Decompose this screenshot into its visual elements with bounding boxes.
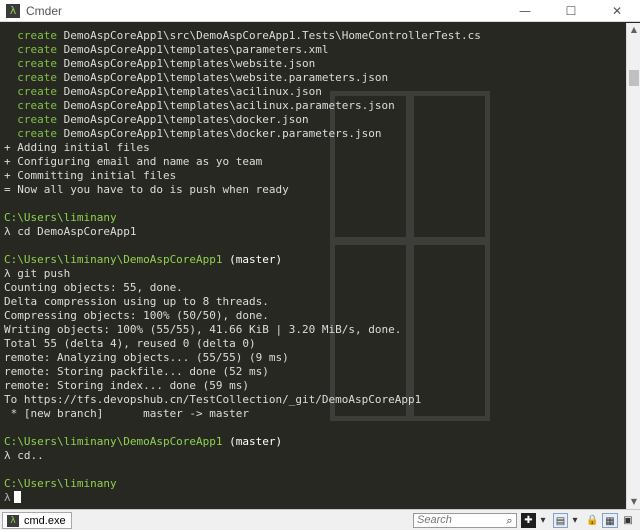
console-lines: create DemoAspCoreApp1\src\DemoAspCoreAp… — [4, 29, 481, 505]
close-button[interactable]: ✕ — [594, 0, 640, 22]
file-path: DemoAspCoreApp1\templates\acilinux.json — [63, 85, 322, 98]
console-line: = Now all you have to do is push when re… — [4, 183, 289, 196]
console-line: create DemoAspCoreApp1\templates\docker.… — [4, 127, 481, 141]
cmder-app-icon: λ — [6, 3, 20, 18]
console-line: * [new branch] master -> master — [4, 407, 250, 420]
git-branch: (master) — [222, 435, 283, 448]
text-cursor — [13, 491, 21, 503]
create-keyword: create — [17, 127, 57, 140]
console-line: remote: Storing index... done (59 ms) — [4, 379, 250, 392]
new-console-icon[interactable]: ✚ — [521, 513, 536, 528]
lambda-prompt: λ — [4, 491, 11, 504]
dropdown-arrow-icon[interactable]: ▾ — [570, 513, 580, 528]
prompt-command: λ git push — [4, 267, 71, 280]
console-line: Delta compression using up to 8 threads. — [4, 295, 269, 308]
console-line: create DemoAspCoreApp1\src\DemoAspCoreAp… — [4, 29, 481, 43]
prompt-command: λ cd.. — [4, 449, 44, 462]
file-path: DemoAspCoreApp1\templates\parameters.xml — [63, 43, 329, 56]
create-keyword: create — [17, 29, 57, 42]
dropdown-arrow-icon[interactable]: ▾ — [538, 513, 548, 528]
console-line: Compressing objects: 100% (50/50), done. — [4, 309, 269, 322]
prompt-path: C:\Users\liminany — [4, 211, 117, 224]
split-view-icon[interactable]: ▤ — [553, 513, 568, 528]
cmd-tab-icon: λ — [7, 514, 19, 527]
console-line: create DemoAspCoreApp1\templates\paramet… — [4, 43, 481, 57]
create-keyword: create — [17, 99, 57, 112]
console-line: create DemoAspCoreApp1\templates\docker.… — [4, 113, 481, 127]
file-path: DemoAspCoreApp1\templates\docker.paramet… — [63, 127, 382, 140]
file-path: DemoAspCoreApp1\src\DemoAspCoreApp1.Test… — [63, 29, 481, 42]
scroll-up-icon[interactable]: ▲ — [627, 23, 640, 37]
prompt-command: λ cd DemoAspCoreApp1 — [4, 225, 137, 238]
console-line: create DemoAspCoreApp1\templates\website… — [4, 71, 481, 85]
create-keyword: create — [17, 71, 57, 84]
git-branch: (master) — [222, 253, 283, 266]
prompt-path: C:\Users\liminany — [4, 477, 117, 490]
console-line: create DemoAspCoreApp1\templates\acilinu… — [4, 85, 481, 99]
layout-toggle-icon[interactable]: ▦ — [602, 513, 618, 528]
status-bar: λ cmd.exe Search ⌕ ✚ ▾ ▤ ▾ 🔒 ▦ ▣ — [0, 509, 640, 530]
prompt-path: C:\Users\liminany\DemoAspCoreApp1 — [4, 253, 223, 266]
create-keyword: create — [17, 85, 57, 98]
create-keyword: create — [17, 43, 57, 56]
search-input[interactable]: Search — [413, 513, 517, 528]
file-path: DemoAspCoreApp1\templates\website.parame… — [63, 71, 389, 84]
file-path: DemoAspCoreApp1\templates\acilinux.param… — [63, 99, 395, 112]
create-keyword: create — [17, 113, 57, 126]
console-line: Writing objects: 100% (55/55), 41.66 KiB… — [4, 323, 402, 336]
console-line: Counting objects: 55, done. — [4, 281, 183, 294]
create-keyword: create — [17, 57, 57, 70]
prompt-line: C:\Users\liminany\DemoAspCoreApp1 (maste… — [4, 253, 481, 267]
console-line: + Committing initial files — [4, 169, 177, 182]
file-path: DemoAspCoreApp1\templates\website.json — [63, 57, 316, 70]
console-line: Total 55 (delta 4), reused 0 (delta 0) — [4, 337, 256, 350]
scrollbar-thumb[interactable] — [629, 70, 639, 86]
settings-panel-icon[interactable]: ▣ — [620, 513, 636, 528]
prompt-path: C:\Users\liminany\DemoAspCoreApp1 — [4, 435, 223, 448]
lock-icon[interactable]: 🔒 — [585, 513, 600, 528]
minimize-button[interactable]: — — [502, 0, 548, 22]
console-output[interactable]: create DemoAspCoreApp1\src\DemoAspCoreAp… — [0, 23, 626, 509]
console-line: create DemoAspCoreApp1\templates\website… — [4, 57, 481, 71]
title-bar: λ Cmder — ☐ ✕ — [0, 0, 640, 22]
window-title: Cmder — [26, 3, 63, 18]
console-line: + Configuring email and name as yo team — [4, 155, 263, 168]
file-path: DemoAspCoreApp1\templates\docker.json — [63, 113, 309, 126]
search-icon[interactable]: ⌕ — [503, 514, 516, 527]
scroll-down-icon[interactable]: ▼ — [627, 495, 640, 509]
tab-label: cmd.exe — [24, 514, 66, 527]
console-line: remote: Storing packfile... done (52 ms) — [4, 365, 269, 378]
prompt-line: C:\Users\liminany\DemoAspCoreApp1 (maste… — [4, 435, 481, 449]
console-line: To https://tfs.devopshub.cn/TestCollecti… — [4, 393, 422, 406]
console-line: + Adding initial files — [4, 141, 150, 154]
maximize-button[interactable]: ☐ — [548, 0, 594, 22]
vertical-scrollbar[interactable]: ▲ ▼ — [626, 23, 640, 509]
active-prompt[interactable]: λ — [4, 491, 481, 505]
console-line: create DemoAspCoreApp1\templates\acilinu… — [4, 99, 481, 113]
tab-cmd-exe[interactable]: λ cmd.exe — [2, 512, 72, 529]
console-line: remote: Analyzing objects... (55/55) (9 … — [4, 351, 289, 364]
